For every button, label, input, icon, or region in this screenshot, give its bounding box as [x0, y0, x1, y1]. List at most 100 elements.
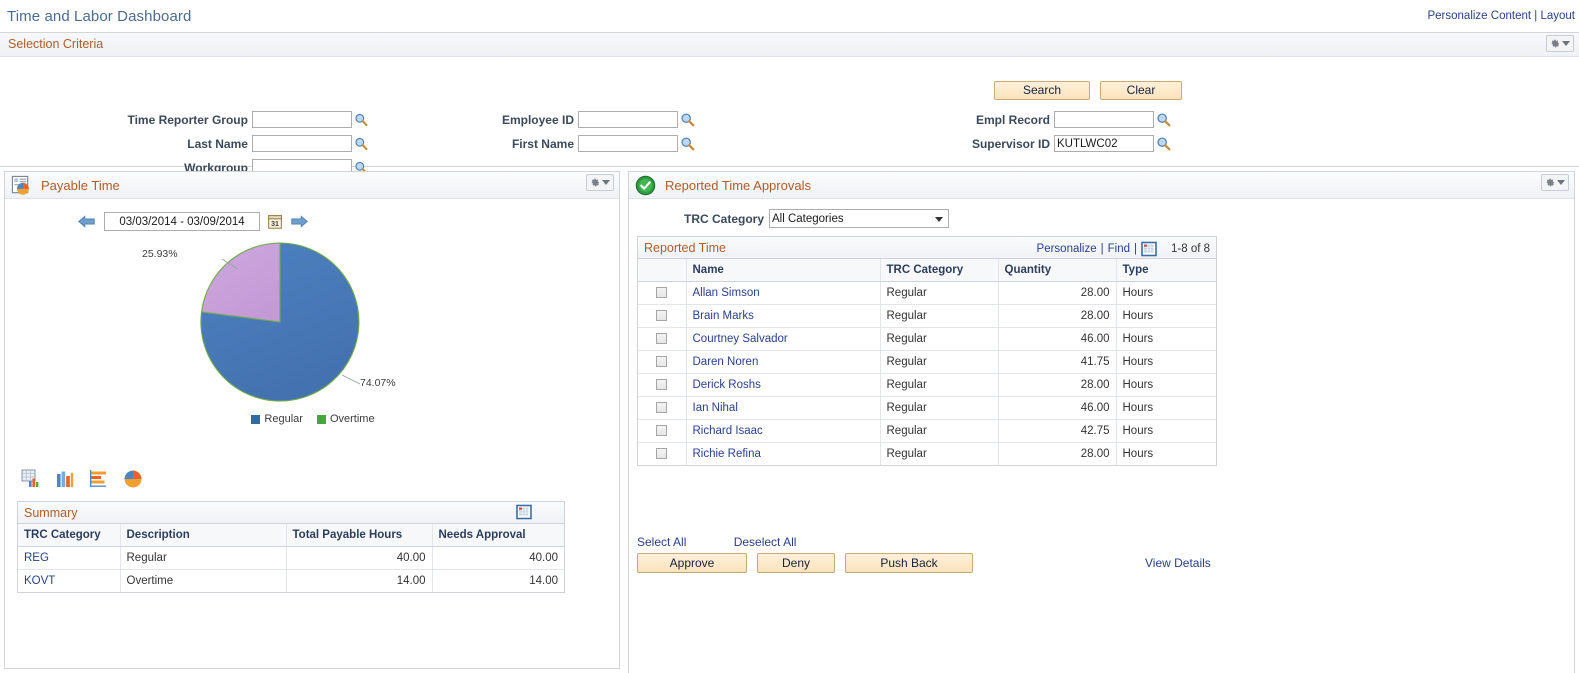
summary-grid: Summary TRC Category Description Total P… — [17, 501, 565, 593]
reported-cell-trc-category: Regular — [880, 442, 999, 465]
approval-check-icon — [635, 175, 656, 196]
reported-col-trc-category[interactable]: TRC Category — [880, 259, 999, 282]
table-row: Richard Isaac Regular 42.75 Hours — [638, 419, 1216, 443]
previous-period-arrow-icon[interactable] — [77, 214, 96, 229]
download-grid-icon[interactable] — [1141, 241, 1157, 257]
row-checkbox[interactable] — [656, 356, 668, 368]
row-checkbox[interactable] — [656, 333, 668, 345]
employee-name-link[interactable]: Derick Roshs — [693, 379, 761, 391]
lookup-icon[interactable] — [1156, 112, 1171, 127]
clear-button[interactable]: Clear — [1100, 81, 1182, 100]
lookup-icon[interactable] — [680, 136, 695, 151]
payable-time-options-button[interactable] — [586, 174, 614, 191]
calendar-icon[interactable]: 31 — [268, 214, 282, 229]
summary-header-row: TRC Category Description Total Payable H… — [18, 524, 564, 547]
find-grid-link[interactable]: Find — [1108, 243, 1130, 255]
empl-record-label: Empl Record — [975, 112, 1050, 127]
reported-col-type[interactable]: Type — [1116, 259, 1216, 282]
row-checkbox[interactable] — [656, 379, 668, 391]
summary-col-total-payable-hours[interactable]: Total Payable Hours — [286, 524, 433, 547]
employee-name-link[interactable]: Richie Refina — [693, 448, 761, 460]
approval-action-buttons: Approve Deny Push Back — [637, 553, 973, 573]
deselect-all-link[interactable]: Deselect All — [734, 535, 797, 549]
pie-slice-label-overtime: 25.93% — [142, 248, 178, 260]
search-button[interactable]: Search — [994, 81, 1090, 100]
reported-cell-type: Hours — [1116, 396, 1216, 420]
gear-icon — [1546, 178, 1554, 187]
reported-col-name[interactable]: Name — [686, 259, 881, 282]
supervisor-id-input[interactable] — [1054, 135, 1154, 152]
reported-approvals-header: Reported Time Approvals — [629, 172, 1574, 199]
row-checkbox[interactable] — [656, 402, 668, 414]
table-row: Daren Noren Regular 41.75 Hours — [638, 350, 1216, 374]
table-row: Ian Nihal Regular 46.00 Hours — [638, 396, 1216, 420]
personalize-links: Personalize Content | Layout — [1427, 10, 1575, 22]
next-period-arrow-icon[interactable] — [290, 214, 309, 229]
reported-approvals-options-button[interactable] — [1541, 174, 1569, 191]
summary-cell-total-payable-hours: 40.00 — [286, 546, 433, 570]
employee-name-link[interactable]: Richard Isaac — [693, 425, 763, 437]
reported-approvals-title: Reported Time Approvals — [665, 178, 811, 193]
trc-category-select[interactable]: All Categories — [769, 209, 949, 228]
download-grid-icon[interactable] — [516, 504, 532, 520]
empl-record-input[interactable] — [1054, 111, 1154, 128]
approve-button[interactable]: Approve — [637, 553, 747, 573]
summary-cell-description: Regular — [120, 546, 287, 570]
first-name-input[interactable] — [578, 135, 678, 152]
row-checkbox[interactable] — [656, 425, 668, 437]
select-all-link[interactable]: Select All — [637, 535, 686, 549]
employee-name-link[interactable]: Daren Noren — [693, 356, 759, 368]
page-title: Time and Labor Dashboard — [7, 8, 192, 25]
row-count-label: 1-8 of 8 — [1171, 243, 1210, 255]
view-details-link[interactable]: View Details — [1145, 556, 1211, 570]
legend-item-regular: Regular — [251, 413, 303, 425]
lookup-icon[interactable] — [354, 112, 368, 127]
summary-col-needs-approval[interactable]: Needs Approval — [432, 524, 564, 547]
summary-col-trc-category[interactable]: TRC Category — [18, 524, 121, 547]
lookup-icon[interactable] — [1156, 136, 1171, 151]
reported-cell-select — [638, 304, 687, 328]
selection-criteria-options-button[interactable] — [1546, 35, 1574, 52]
lookup-icon[interactable] — [354, 136, 368, 151]
push-back-button[interactable]: Push Back — [845, 553, 973, 573]
trc-category-link[interactable]: KOVT — [24, 575, 55, 587]
personalize-grid-link[interactable]: Personalize — [1037, 243, 1097, 255]
row-checkbox[interactable] — [656, 310, 668, 322]
date-range-input[interactable] — [104, 212, 260, 231]
employee-name-link[interactable]: Courtney Salvador — [693, 333, 788, 345]
summary-table: TRC Category Description Total Payable H… — [18, 524, 564, 592]
summary-col-description[interactable]: Description — [120, 524, 287, 547]
first-name-label: First Name — [511, 136, 574, 151]
bar-chart-icon[interactable] — [55, 469, 75, 489]
reported-cell-trc-category: Regular — [880, 396, 999, 420]
reported-cell-quantity: 41.75 — [998, 350, 1117, 374]
legend-swatch-overtime — [316, 414, 326, 424]
personalize-content-link[interactable]: Content — [1491, 10, 1531, 22]
table-row: Richie Refina Regular 28.00 Hours — [638, 442, 1216, 465]
payable-time-chart-icon — [11, 175, 29, 195]
employee-id-input[interactable] — [578, 111, 678, 128]
employee-name-link[interactable]: Allan Simson — [693, 287, 760, 299]
trc-category-row: TRC Category All Categories — [629, 209, 949, 228]
personalize-layout-link[interactable]: Layout — [1540, 10, 1575, 22]
time-reporter-group-input[interactable] — [251, 111, 352, 128]
trc-category-link[interactable]: REG — [24, 552, 49, 564]
grid-chart-icon[interactable] — [21, 469, 41, 489]
lookup-icon[interactable] — [680, 112, 695, 127]
last-name-input[interactable] — [251, 135, 352, 152]
horizontal-bar-chart-icon[interactable] — [89, 469, 109, 489]
reported-approvals-body: TRC Category All Categories Reported Tim… — [629, 199, 1574, 673]
table-row: Allan Simson Regular 28.00 Hours — [638, 281, 1216, 305]
reported-cell-select — [638, 350, 687, 374]
deny-button[interactable]: Deny — [757, 553, 835, 573]
reported-cell-quantity: 46.00 — [998, 327, 1117, 351]
employee-name-link[interactable]: Brain Marks — [693, 310, 754, 322]
reported-time-grid-caption: Reported Time Personalize | Find | 1-8 o… — [638, 237, 1216, 259]
reported-cell-select — [638, 419, 687, 443]
employee-name-link[interactable]: Ian Nihal — [693, 402, 738, 414]
pie-chart-icon[interactable] — [123, 469, 143, 489]
reported-cell-select — [638, 281, 687, 305]
row-checkbox[interactable] — [656, 448, 668, 460]
reported-col-quantity[interactable]: Quantity — [998, 259, 1117, 282]
row-checkbox[interactable] — [656, 287, 668, 299]
